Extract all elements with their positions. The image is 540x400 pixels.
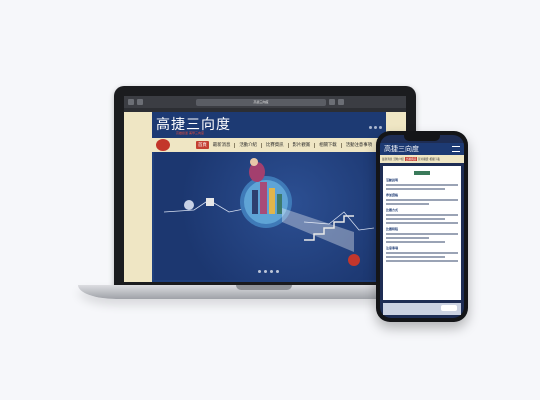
phone-section-heading: 活動說明	[386, 178, 399, 182]
section-badge	[414, 171, 430, 175]
nav-divider	[314, 142, 316, 148]
forward-icon[interactable]	[137, 99, 143, 105]
browser-toolbar: 高捷三向度	[124, 96, 406, 108]
phone-article: 活動說明 參加資格 比賽方式 比賽時程 注意事項	[383, 166, 461, 300]
website: 高捷三向度 高雄捷運 美學三向度 首頁 最新消息 活動介紹 比賽資訊 影片觀賞	[152, 112, 386, 282]
carousel-dot[interactable]	[264, 270, 267, 273]
site-subtitle: 高雄捷運 美學三向度	[176, 131, 204, 135]
hamburger-menu-icon[interactable]	[452, 146, 460, 152]
text-line	[386, 241, 446, 243]
carousel-dot[interactable]	[276, 270, 279, 273]
phone-tab-downloads[interactable]: 相關下載	[430, 157, 440, 161]
dot-icon	[379, 126, 382, 129]
text-line	[386, 188, 446, 190]
carousel-dot[interactable]	[258, 270, 261, 273]
address-bar[interactable]: 高捷三向度	[196, 98, 326, 106]
nav-divider	[340, 142, 342, 148]
device-mockup-scene: 高捷三向度 高捷三向度 高雄捷運 美學三向度 首頁 最新消息 活動介紹 比賽資訊…	[0, 0, 540, 400]
laptop-notch	[236, 285, 292, 290]
nav-item-videos[interactable]: 影片觀賞	[291, 141, 313, 149]
dot-icon	[374, 126, 377, 129]
nav-divider	[260, 142, 262, 148]
phone-tab-news[interactable]: 最新消息	[382, 157, 392, 161]
phone-notch	[404, 135, 440, 141]
phone-nav: 最新消息 活動介紹 比賽資訊 影片觀賞 相關下載	[380, 155, 464, 163]
back-icon[interactable]	[128, 99, 134, 105]
phone-site-title[interactable]: 高捷三向度	[384, 144, 419, 154]
phone-tab-videos[interactable]: 影片觀賞	[418, 157, 428, 161]
phone-section-heading: 注意事項	[386, 246, 399, 250]
text-line	[386, 233, 458, 235]
nav-item-contest[interactable]: 比賽資訊	[264, 141, 286, 149]
nav-item-downloads[interactable]: 相關下載	[317, 141, 339, 149]
phone-tab-about[interactable]: 活動介紹	[393, 157, 403, 161]
footer-button[interactable]	[441, 305, 457, 311]
nav-item-news[interactable]: 最新消息	[211, 141, 233, 149]
nav-item-notices[interactable]: 活動注意事項	[344, 141, 374, 149]
laptop-screen: 高捷三向度 高捷三向度 高雄捷運 美學三向度 首頁 最新消息 活動介紹 比賽資訊…	[124, 96, 406, 282]
carousel-dot[interactable]	[270, 270, 273, 273]
hero-illustration	[154, 152, 384, 280]
text-line	[386, 237, 430, 239]
header-decoration	[369, 126, 382, 129]
text-line	[386, 222, 458, 224]
nav-divider	[287, 142, 289, 148]
main-nav: 首頁 最新消息 活動介紹 比賽資訊 影片觀賞 相關下載 活動注意事項	[152, 138, 386, 152]
phone-tab-contest[interactable]: 比賽資訊	[404, 157, 418, 161]
text-line	[386, 256, 446, 258]
text-line	[386, 184, 458, 186]
phone-screen: 高捷三向度 最新消息 活動介紹 比賽資訊 影片觀賞 相關下載 活動說明 參加資格…	[380, 135, 464, 318]
mascot-logo-icon[interactable]	[156, 139, 170, 151]
text-line	[386, 199, 458, 201]
nav-item-about[interactable]: 活動介紹	[237, 141, 259, 149]
text-line	[386, 218, 446, 220]
share-icon[interactable]	[329, 99, 335, 105]
tabs-icon[interactable]	[338, 99, 344, 105]
carousel-indicators	[258, 270, 279, 273]
phone-section-heading: 參加資格	[386, 193, 399, 197]
site-header: 高捷三向度 高雄捷運 美學三向度	[152, 112, 386, 138]
dot-icon	[369, 126, 372, 129]
hero-art	[163, 158, 375, 266]
text-line	[386, 203, 430, 205]
nav-item-home[interactable]: 首頁	[196, 141, 209, 149]
phone-section-heading: 比賽時程	[386, 227, 399, 231]
text-line	[386, 260, 458, 262]
nav-divider	[234, 142, 236, 148]
phone-section-heading: 比賽方式	[386, 208, 399, 212]
text-line	[386, 252, 458, 254]
page-margin-left	[124, 112, 152, 282]
phone-site-header: 高捷三向度	[380, 143, 464, 155]
text-line	[386, 214, 458, 216]
